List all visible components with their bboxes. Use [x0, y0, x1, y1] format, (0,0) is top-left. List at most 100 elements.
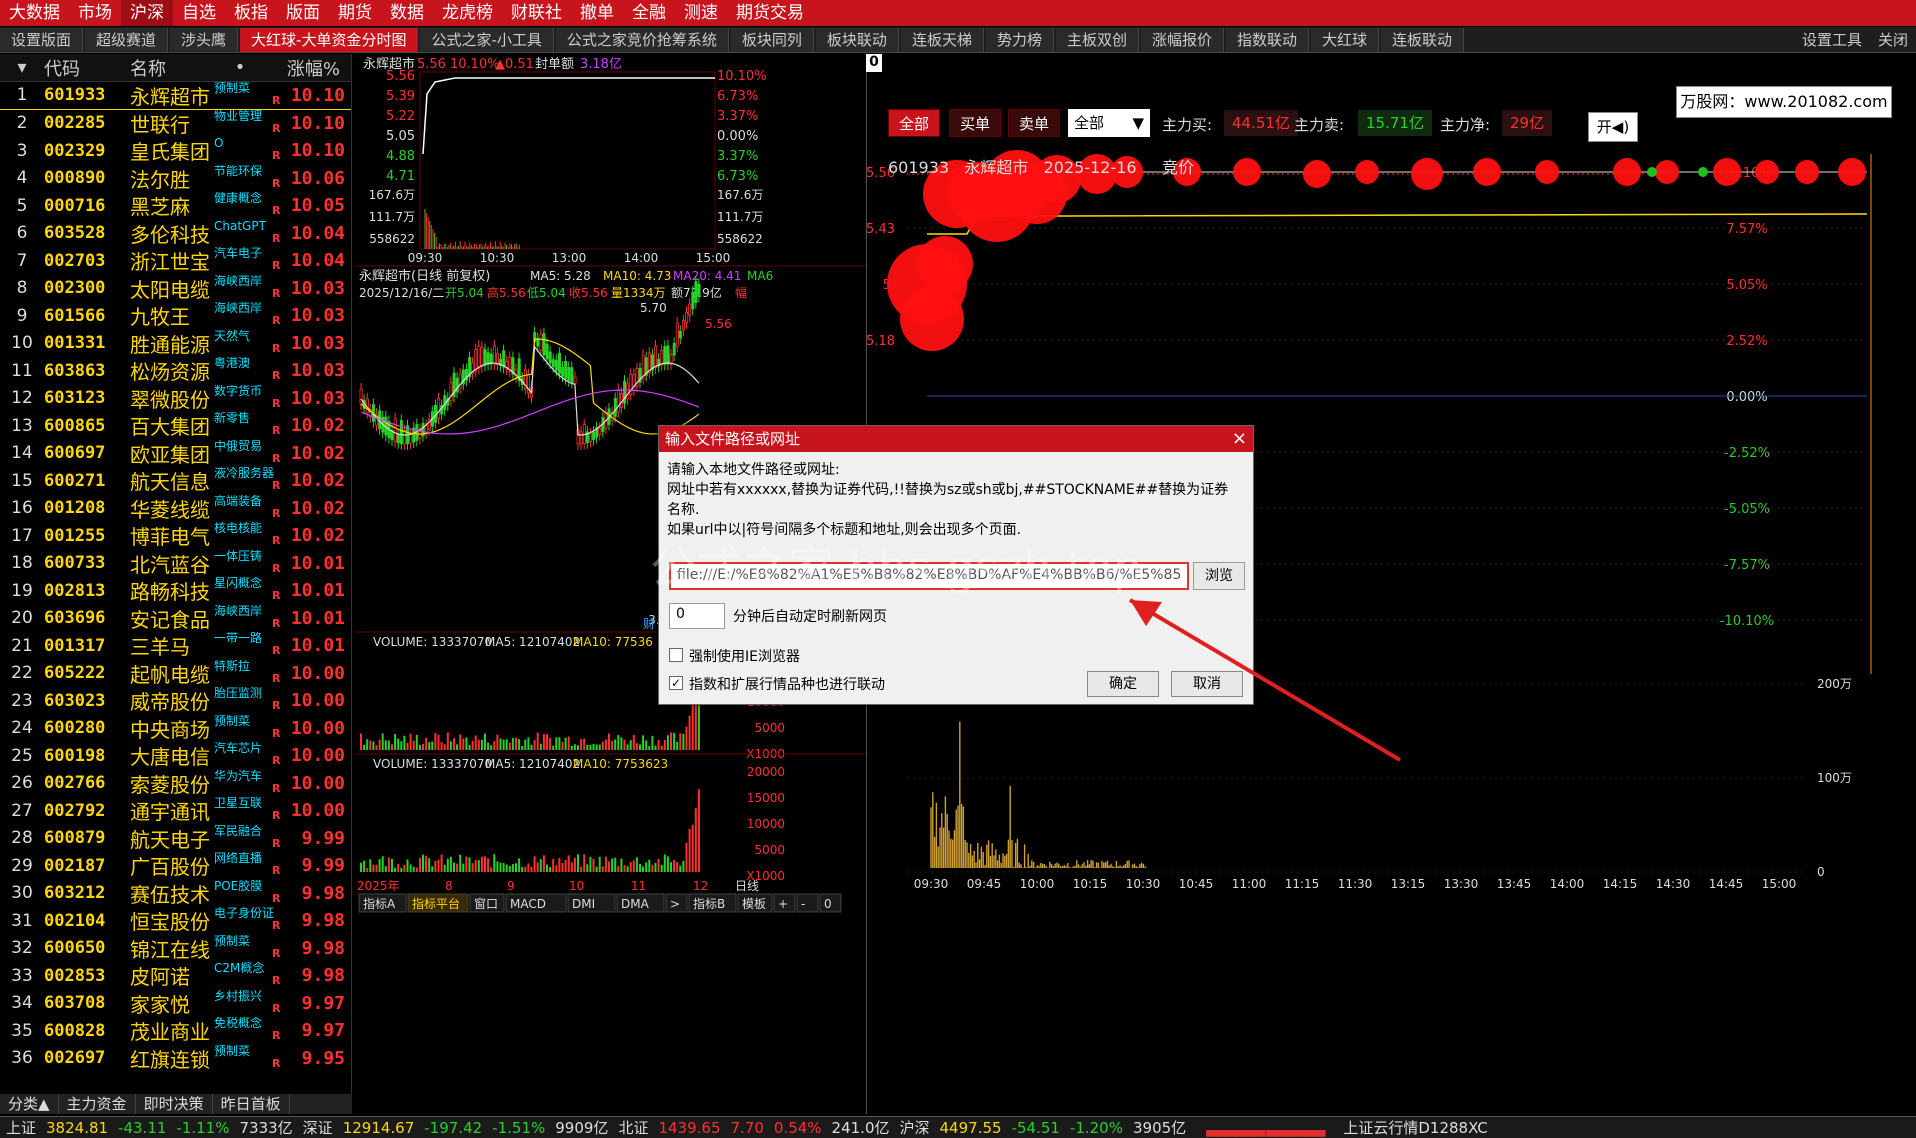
dialog-line-3: 名称.	[667, 502, 700, 518]
layout-tab-5[interactable]: 公式之家竞价抢筹系统	[555, 27, 729, 52]
row-index: 33	[11, 965, 33, 986]
layout-tab-2[interactable]: 涉头鹰	[170, 27, 239, 52]
stock-row[interactable]: 24 600280 中央商场 预制菜 R 10.00	[0, 715, 351, 743]
pct-change: 9.99	[301, 827, 345, 849]
stock-row[interactable]: 34 603708 家家悦 乡村振兴 R 9.97	[0, 990, 351, 1018]
stock-row[interactable]: 30 603212 赛伍技术 POE胶膜 R 9.98	[0, 880, 351, 908]
left-bottom-tab-1[interactable]: 主力资金	[59, 1094, 136, 1114]
stock-row[interactable]: 29 002187 广百股份 网络直播 R 9.99	[0, 852, 351, 880]
dialog-titlebar: 输入文件路径或网址 ×	[659, 426, 1253, 452]
daily-candle	[545, 343, 549, 360]
sound-toggle-button[interactable]: 开◀)	[1588, 112, 1638, 142]
mini-left-price: 5.22	[386, 109, 415, 124]
server-label[interactable]: 上证云行情D1288XC	[1343, 1117, 1487, 1138]
stock-row[interactable]: 26 002766 索菱股份 华为汽车 R 10.00	[0, 770, 351, 798]
stock-row[interactable]: 8 002300 太阳电缆 海峡西岸 R 10.03	[0, 275, 351, 303]
stock-row[interactable]: 9 601566 九牧王 海峡西岸 R 10.03	[0, 302, 351, 330]
daily-candle	[675, 322, 679, 347]
stock-row[interactable]: 33 002853 皮阿诺 C2M概念 R 9.98	[0, 962, 351, 990]
order-type-select[interactable]: 全部 ▼	[1068, 109, 1150, 137]
link-index-checkbox[interactable]: ✓	[669, 676, 683, 690]
stock-row[interactable]: 16 001208 华菱线缆 高端装备 R 10.02	[0, 495, 351, 523]
layout-tab-8[interactable]: 连板天梯	[900, 27, 984, 52]
daily-candle	[542, 333, 546, 356]
layout-tab-13[interactable]: 大红球	[1311, 27, 1380, 52]
menu-item-13[interactable]: 期货交易	[727, 0, 813, 26]
stock-row[interactable]: 1 601933 永辉超市 预制菜 R 10.10	[0, 82, 351, 110]
layout-tab-9[interactable]: 势力榜	[985, 27, 1054, 52]
close-icon[interactable]: ×	[1232, 426, 1247, 452]
stock-row[interactable]: 22 605222 起帆电缆 特斯拉 R 10.00	[0, 660, 351, 688]
stock-row[interactable]: 36 002697 红旗连锁 预制菜 R 9.95	[0, 1045, 351, 1073]
sort-chevron-icon[interactable]: ▾	[0, 57, 44, 78]
menu-item-2[interactable]: 沪深	[121, 0, 173, 26]
stock-row[interactable]: 28 600879 航天电子 军民融合 R 9.99	[0, 825, 351, 853]
stock-row[interactable]: 32 600650 锦江在线 预制菜 R 9.98	[0, 935, 351, 963]
stock-row[interactable]: 3 002329 皇氏集团 O R 10.10	[0, 137, 351, 165]
stock-row[interactable]: 31 002104 恒宝股份 电子身份证 R 9.98	[0, 907, 351, 935]
stock-row[interactable]: 5 000716 黑芝麻 健康概念 R 10.05	[0, 192, 351, 220]
stock-row[interactable]: 23 603023 威帝股份 胎压监测 R 10.00	[0, 687, 351, 715]
menu-item-3[interactable]: 自选	[173, 0, 225, 26]
layout-tab-11[interactable]: 涨幅报价	[1140, 27, 1224, 52]
left-bottom-tab-0[interactable]: 分类▲	[0, 1094, 59, 1114]
stock-row[interactable]: 7 002703 浙江世宝 汽车电子 R 10.04	[0, 247, 351, 275]
menu-item-1[interactable]: 市场	[69, 0, 121, 26]
filter-sell-button[interactable]: 卖单	[1008, 109, 1061, 137]
left-bottom-tab-3[interactable]: 昨日首板	[213, 1094, 290, 1114]
layout-tab-3[interactable]: 大红球-大单资金分时图	[240, 27, 419, 52]
row-index: 16	[11, 498, 33, 519]
menu-item-5[interactable]: 版面	[277, 0, 329, 26]
stock-row[interactable]: 14 600697 欧亚集团 中俄贸易 R 10.02	[0, 440, 351, 468]
menu-item-9[interactable]: 财联社	[502, 0, 571, 26]
r-mark-icon: R	[272, 424, 281, 437]
layout-tab-6[interactable]: 板块同列	[730, 27, 814, 52]
stock-row[interactable]: 20 603696 安记食品 海峡西岸 R 10.01	[0, 605, 351, 633]
menu-item-7[interactable]: 数据	[381, 0, 433, 26]
layout-tab-10[interactable]: 主板双创	[1055, 27, 1139, 52]
daily-axis-label: 10	[569, 879, 584, 893]
stock-row[interactable]: 2 002285 世联行 物业管理 R 10.10	[0, 110, 351, 138]
layout-tab-1[interactable]: 超级赛道	[85, 27, 169, 52]
ad-banner[interactable]: 万股网：www.201082.com	[1676, 86, 1892, 118]
menu-item-4[interactable]: 板指	[225, 0, 277, 26]
header-name[interactable]: 名称	[130, 55, 220, 81]
layout-tab-4[interactable]: 公式之家-小工具	[420, 27, 554, 52]
menu-item-11[interactable]: 全融	[623, 0, 675, 26]
concept-tag: 物业管理	[214, 109, 263, 122]
stock-row[interactable]: 12 603123 翠微股份 数字货币 R 10.03	[0, 385, 351, 413]
menu-item-10[interactable]: 撤单	[571, 0, 623, 26]
stock-row[interactable]: 15 600271 航天信息 液冷服务器 R 10.02	[0, 467, 351, 495]
mini-seal-value: 3.18亿	[580, 57, 622, 72]
stock-row[interactable]: 21 001317 三羊马 一带一路 R 10.01	[0, 632, 351, 660]
left-bottom-tab-2[interactable]: 即时决策	[136, 1094, 213, 1114]
menu-item-6[interactable]: 期货	[329, 0, 381, 26]
stock-row[interactable]: 27 002792 通宇通讯 卫星互联 R 10.00	[0, 797, 351, 825]
header-pct[interactable]: 涨幅%	[260, 55, 340, 81]
menu-item-0[interactable]: 大数据	[0, 0, 69, 26]
stock-row[interactable]: 10 001331 胜通能源 天然气 R 10.03	[0, 330, 351, 358]
stock-row[interactable]: 11 603863 松炀资源 粤港澳 R 10.03	[0, 357, 351, 385]
filter-all-button[interactable]: 全部	[888, 109, 941, 137]
menu-item-12[interactable]: 测速	[675, 0, 727, 26]
layout-tab-7[interactable]: 板块联动	[815, 27, 899, 52]
layout-tab-0[interactable]: 设置版面	[0, 27, 84, 52]
stock-row[interactable]: 17 001255 博菲电气 核电核能 R 10.02	[0, 522, 351, 550]
menu-item-8[interactable]: 龙虎榜	[433, 0, 502, 26]
force-ie-checkbox[interactable]	[669, 648, 683, 662]
stock-row[interactable]: 18 600733 北汽蓝谷 一体压铸 R 10.01	[0, 550, 351, 578]
refresh-minutes-input[interactable]: 0	[669, 603, 725, 629]
tab-right-0[interactable]: 设置工具	[1794, 29, 1870, 50]
layout-tab-14[interactable]: 连板联动	[1381, 27, 1465, 52]
layout-tab-12[interactable]: 指数联动	[1226, 27, 1310, 52]
header-code[interactable]: 代码	[44, 55, 130, 81]
stock-row[interactable]: 6 603528 多伦科技 ChatGPT R 10.04	[0, 220, 351, 248]
big-time-label: 10:15	[1073, 877, 1108, 891]
tab-right-1[interactable]: 关闭	[1870, 29, 1916, 50]
filter-buy-button[interactable]: 买单	[949, 109, 1002, 137]
stock-row[interactable]: 25 600198 大唐电信 汽车芯片 R 10.00	[0, 742, 351, 770]
stock-row[interactable]: 4 000890 法尔胜 节能环保 R 10.06	[0, 165, 351, 193]
stock-row[interactable]: 13 600865 百大集团 新零售 R 10.02	[0, 412, 351, 440]
stock-row[interactable]: 35 600828 茂业商业 免税概念 R 9.97	[0, 1017, 351, 1045]
stock-row[interactable]: 19 002813 路畅科技 星闪概念 R 10.01	[0, 577, 351, 605]
